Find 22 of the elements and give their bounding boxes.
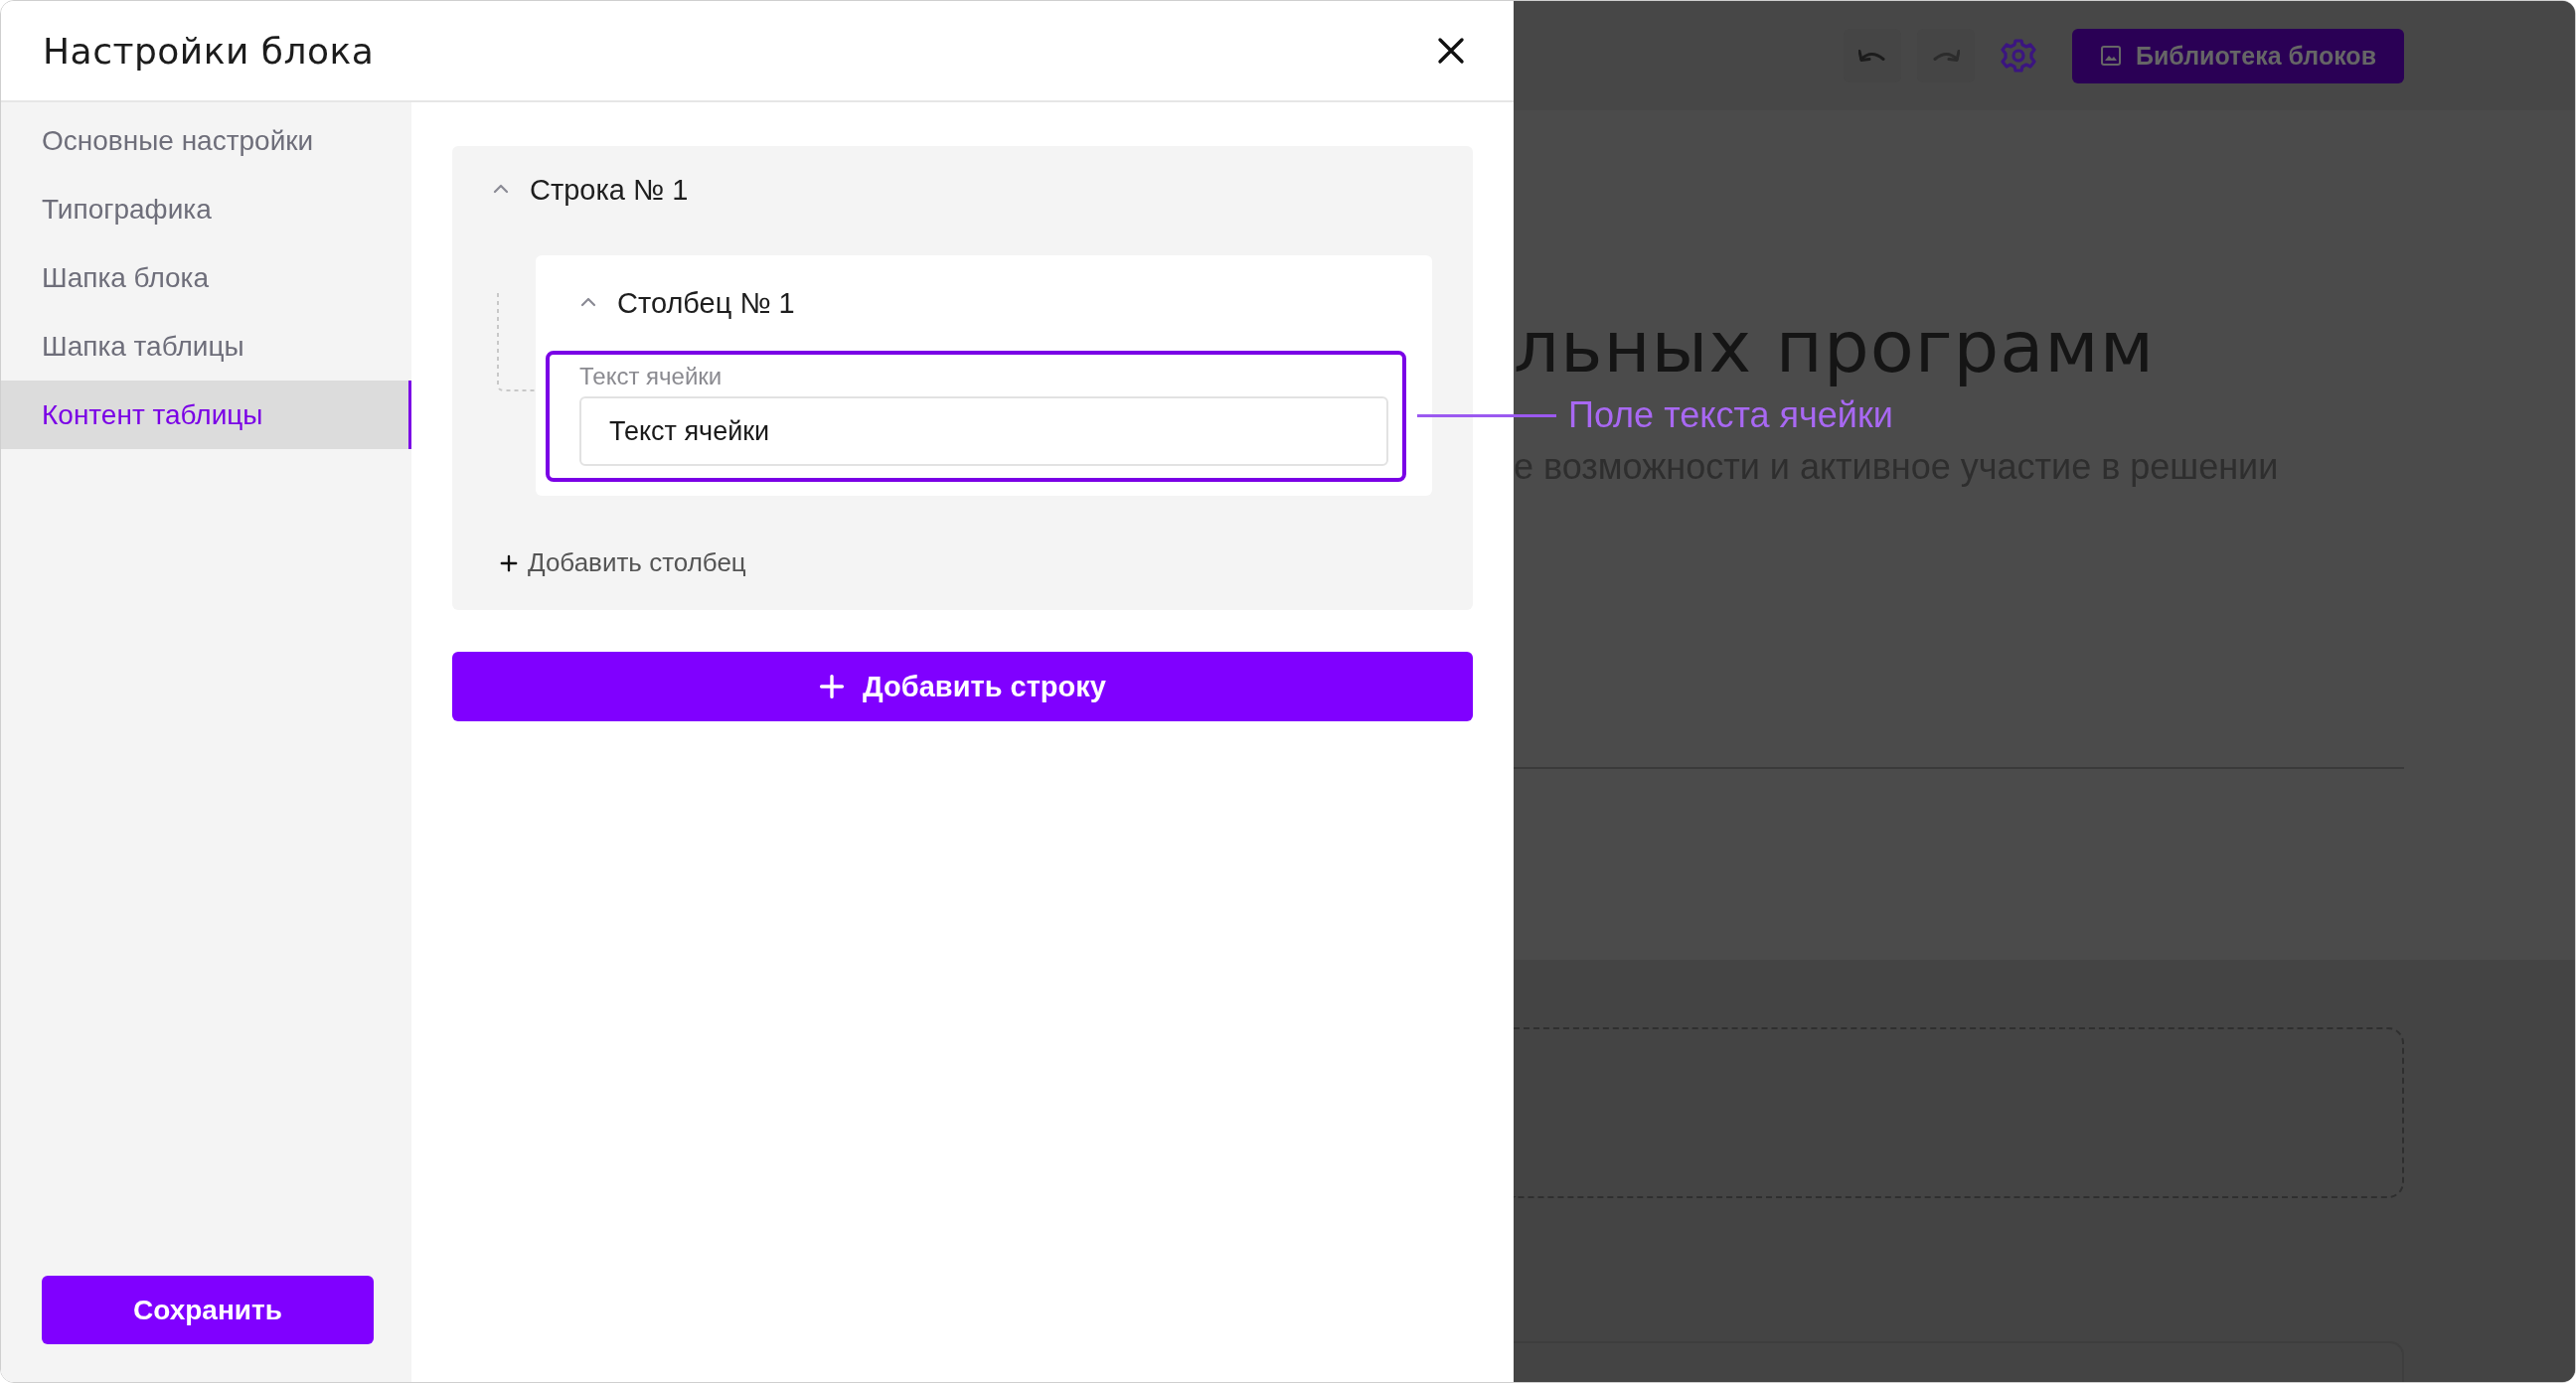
sidebar-item[interactable]: Контент таблицы bbox=[1, 381, 411, 449]
add-row-button[interactable]: Добавить строку bbox=[452, 652, 1473, 721]
save-button[interactable]: Сохранить bbox=[42, 1276, 374, 1344]
add-column-button[interactable]: Добавить столбец bbox=[500, 547, 746, 578]
close-icon bbox=[1436, 36, 1466, 66]
block-library-button[interactable]: Библиотека блоков bbox=[2071, 28, 2404, 83]
plus-icon bbox=[500, 553, 518, 572]
sidebar-item[interactable]: Типографика bbox=[1, 175, 411, 243]
image-icon bbox=[2099, 45, 2122, 67]
callout-label: Поле текста ячейки bbox=[1568, 394, 1893, 436]
field-label: Текст ячейки bbox=[579, 363, 724, 390]
redo-icon bbox=[1931, 49, 1960, 63]
input-field[interactable]: Текст ячейки bbox=[579, 396, 1388, 466]
row-title: Строка № 1 bbox=[530, 173, 689, 207]
modal-title: Настройки блока bbox=[43, 30, 375, 72]
settings-icon bbox=[2000, 38, 2036, 74]
sidebar-item[interactable]: Шапка блока bbox=[1, 243, 411, 312]
column-title: Столбец № 1 bbox=[617, 286, 795, 320]
sidebar-item[interactable]: Шапка таблицы bbox=[1, 312, 411, 381]
plus-icon bbox=[819, 674, 846, 699]
sidebar-item[interactable]: Основные настройки bbox=[1, 106, 411, 175]
undo-icon bbox=[1857, 49, 1886, 63]
